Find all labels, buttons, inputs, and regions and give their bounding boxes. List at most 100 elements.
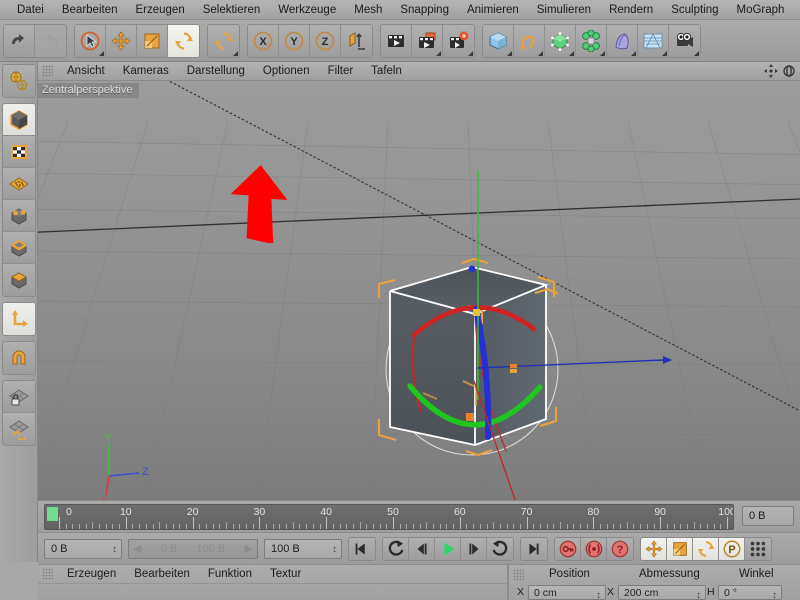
left-toolbar: [0, 62, 38, 562]
render-settings-icon[interactable]: [443, 24, 474, 57]
viewport-menubar: Ansicht Kameras Darstellung Optionen Filter T…: [38, 62, 800, 81]
vp-menu-darstellung[interactable]: Darstellung: [178, 62, 254, 81]
record-parameter-icon[interactable]: P: [719, 537, 745, 560]
vp-menu-ansicht[interactable]: Ansicht: [58, 62, 114, 81]
menu-mograph[interactable]: MoGraph: [728, 0, 794, 20]
current-frame-field[interactable]: 0 B: [44, 538, 122, 559]
render-view-icon[interactable]: [381, 24, 412, 57]
mat-menu-erzeugen[interactable]: Erzeugen: [58, 565, 125, 584]
coordinates-grip-icon[interactable]: [513, 568, 524, 581]
timeline-tick: [299, 524, 301, 529]
step-back-key-icon[interactable]: [383, 537, 409, 560]
menu-rendern[interactable]: Rendern: [600, 0, 662, 20]
menu-snapping[interactable]: Snapping: [391, 0, 458, 20]
menu-charakter[interactable]: Charakt: [793, 0, 800, 20]
vp-menu-optionen[interactable]: Optionen: [254, 62, 319, 81]
menu-datei[interactable]: Datei: [8, 0, 53, 20]
menu-selektieren[interactable]: Selektieren: [194, 0, 270, 20]
timeline-end-field[interactable]: 0 B: [742, 506, 794, 526]
timeline-tick: [499, 524, 501, 529]
polygons-mode-icon[interactable]: [2, 264, 35, 296]
menu-erzeugen[interactable]: Erzeugen: [126, 0, 193, 20]
timeline-tick: [386, 524, 388, 529]
polygon-grid-icon[interactable]: [2, 168, 35, 200]
coord-header-position: Position: [549, 568, 590, 580]
workplane-lock-icon[interactable]: [2, 381, 35, 413]
points-mode-icon[interactable]: [2, 200, 35, 232]
record-scale-icon[interactable]: [667, 537, 693, 560]
play-icon[interactable]: [435, 537, 461, 560]
go-to-start-icon[interactable]: [349, 537, 375, 560]
timeline-bar[interactable]: 0 10 20 30 40 50 60 70 80 90 100 0 B: [38, 500, 800, 532]
mat-menu-textur[interactable]: Textur: [261, 565, 310, 584]
generator-icon[interactable]: [545, 24, 576, 57]
coord-axis-label: X: [517, 586, 525, 598]
axis-x-icon[interactable]: X: [248, 24, 279, 57]
pan-view-icon[interactable]: [764, 64, 778, 83]
menu-animieren[interactable]: Animieren: [458, 0, 528, 20]
spline-icon[interactable]: [514, 24, 545, 57]
viewport[interactable]: Ansicht Kameras Darstellung Optionen Filter T…: [38, 62, 800, 500]
move-icon[interactable]: [106, 24, 137, 57]
autokey-icon[interactable]: [581, 537, 607, 560]
record-rotation-icon[interactable]: [693, 537, 719, 560]
workplane-icon[interactable]: [2, 413, 35, 445]
orbit-view-icon[interactable]: [782, 64, 796, 83]
coord-value-field[interactable]: 0 cm: [528, 584, 606, 600]
mat-menu-funktion[interactable]: Funktion: [199, 565, 261, 584]
record-key-icon[interactable]: [555, 537, 581, 560]
coord-value-field[interactable]: 200 cm: [618, 584, 706, 600]
timeline-label: 100: [718, 506, 733, 518]
menu-mesh[interactable]: Mesh: [345, 0, 391, 20]
texture-mode-icon[interactable]: [2, 136, 35, 168]
timeline-ruler[interactable]: 0 10 20 30 40 50 60 70 80 90 100: [44, 504, 734, 530]
magnet-icon[interactable]: [2, 342, 35, 374]
vp-menu-tafeln[interactable]: Tafeln: [362, 62, 411, 81]
record-pla-icon[interactable]: [745, 537, 771, 560]
timeline-playhead[interactable]: [47, 507, 58, 521]
camera-icon[interactable]: [669, 24, 700, 57]
range-next-icon[interactable]: ▶: [245, 542, 253, 555]
frame-range-field[interactable]: ◀ 0 B 100 B ▶: [128, 538, 258, 559]
deformer-icon[interactable]: [607, 24, 638, 57]
menu-werkzeuge[interactable]: Werkzeuge: [269, 0, 345, 20]
play-back-icon[interactable]: [409, 537, 435, 560]
menu-sculpting[interactable]: Sculpting: [662, 0, 727, 20]
viewport-grip-icon[interactable]: [42, 65, 53, 77]
coord-value-field[interactable]: 0 °: [718, 584, 782, 600]
edges-mode-icon[interactable]: [2, 232, 35, 264]
end-frame-field[interactable]: 100 B: [264, 538, 342, 559]
environment-icon[interactable]: [638, 24, 669, 57]
menu-bearbeiten[interactable]: Bearbeiten: [53, 0, 127, 20]
vp-menu-kameras[interactable]: Kameras: [114, 62, 178, 81]
render-picture-icon[interactable]: [412, 24, 443, 57]
scale-icon[interactable]: [137, 24, 168, 57]
model-mode-icon[interactable]: [2, 104, 35, 136]
select-cursor-icon[interactable]: [75, 24, 106, 57]
axis-modify-icon[interactable]: [2, 303, 35, 335]
range-prev-icon[interactable]: ◀: [133, 542, 141, 555]
loop-icon[interactable]: [487, 537, 513, 560]
rotate-icon[interactable]: [168, 24, 199, 57]
menu-simulieren[interactable]: Simulieren: [528, 0, 600, 20]
timeline-tick: [292, 522, 294, 529]
array-icon[interactable]: [576, 24, 607, 57]
axis-z-icon[interactable]: Z: [310, 24, 341, 57]
redo-icon[interactable]: [35, 24, 66, 57]
undo-icon[interactable]: [4, 24, 35, 57]
materials-grip-icon[interactable]: [42, 568, 53, 580]
step-forward-icon[interactable]: [461, 537, 487, 560]
cube-primitive-icon[interactable]: [483, 24, 514, 57]
go-to-end-icon[interactable]: [521, 537, 547, 560]
key-selection-icon[interactable]: ?: [607, 537, 633, 560]
axis-y-icon[interactable]: Y: [279, 24, 310, 57]
timeline-tick: [199, 524, 201, 529]
vp-menu-filter[interactable]: Filter: [319, 62, 363, 81]
globe-navigate-icon[interactable]: [2, 65, 35, 97]
world-axis-icon[interactable]: [341, 24, 372, 57]
mat-menu-bearbeiten[interactable]: Bearbeiten: [125, 565, 199, 584]
rotate-icon[interactable]: [208, 24, 239, 57]
viewport-canvas[interactable]: Zentralperspektive Y Z: [38, 81, 800, 500]
record-position-icon[interactable]: [641, 537, 667, 560]
coord-header-winkel: Winkel: [739, 568, 774, 580]
